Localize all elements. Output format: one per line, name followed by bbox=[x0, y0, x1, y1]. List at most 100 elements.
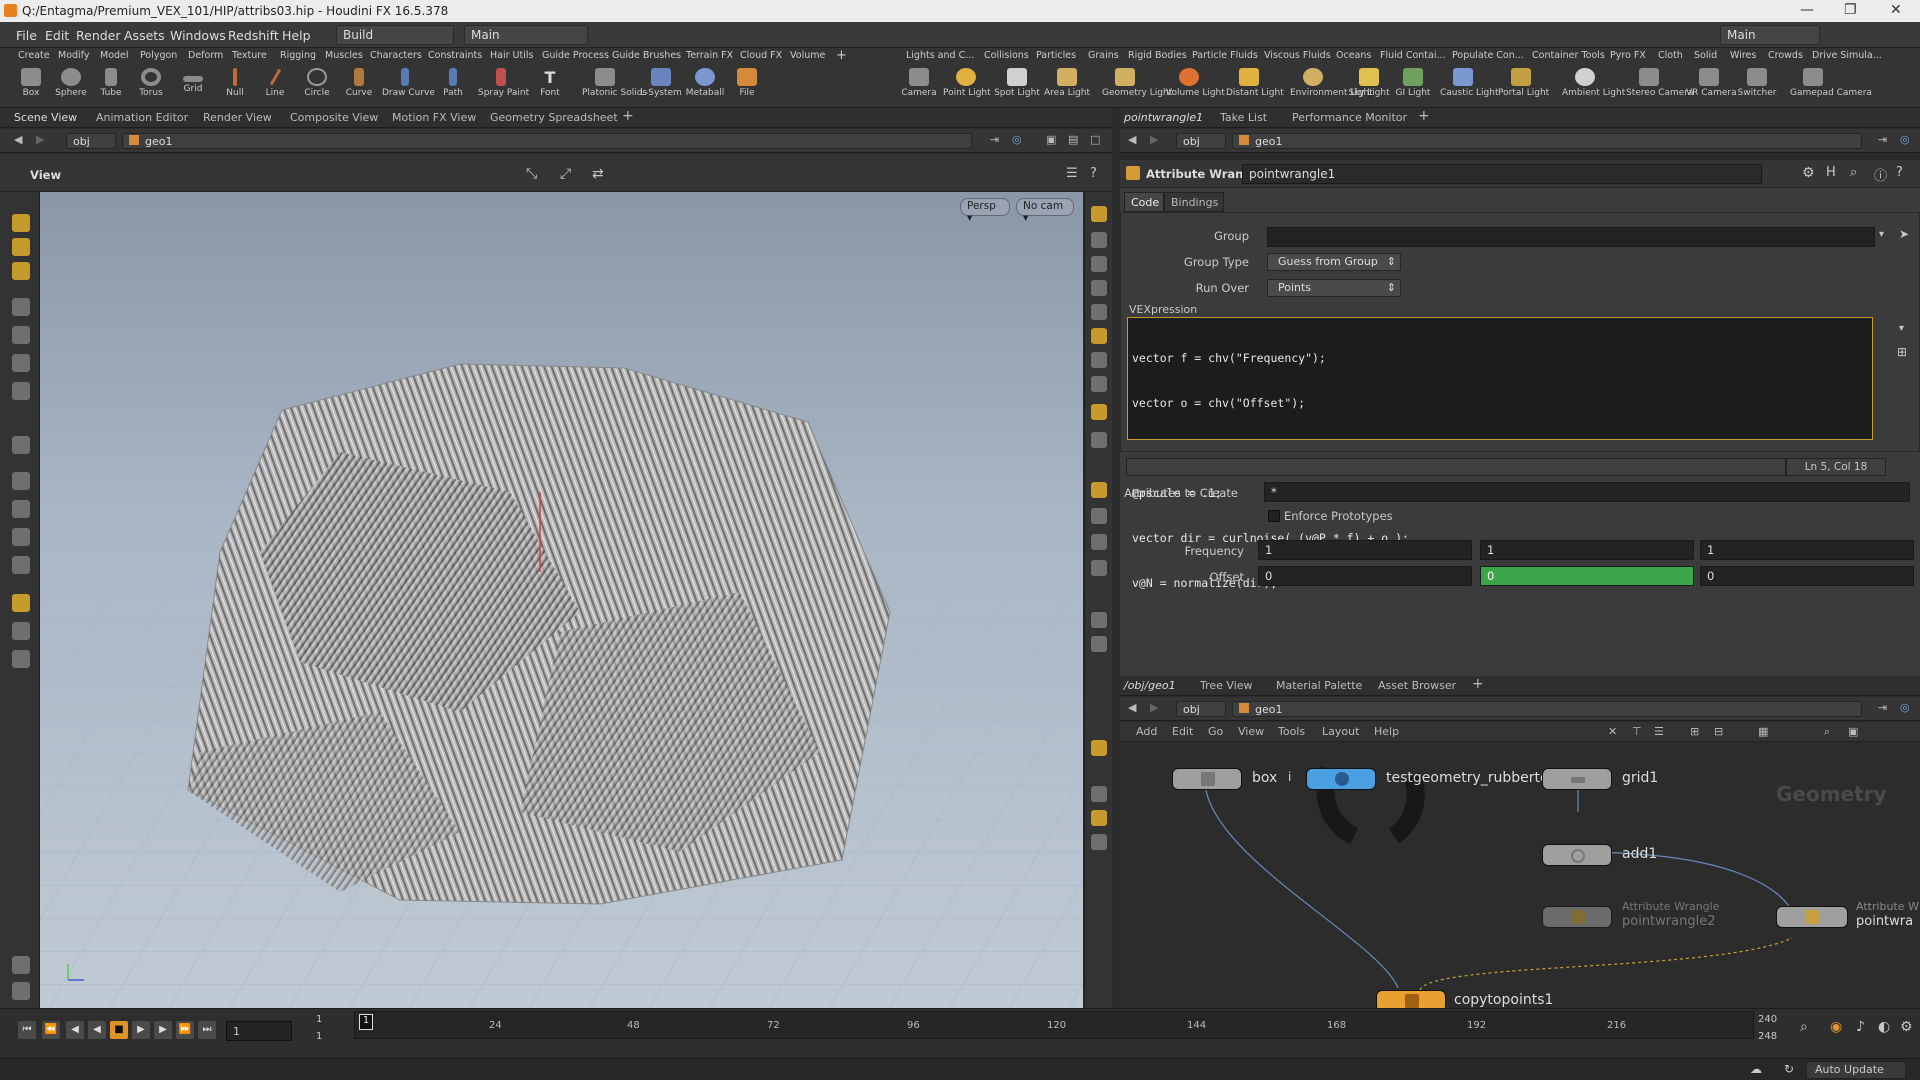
tab-material-palette[interactable]: Material Palette bbox=[1276, 679, 1362, 692]
move-tool-icon[interactable] bbox=[12, 326, 30, 344]
tool-line[interactable]: Line bbox=[252, 68, 298, 108]
node-info-icon[interactable]: ⓘ bbox=[1874, 165, 1887, 184]
step-forward-key-icon[interactable]: ⏩ bbox=[176, 1021, 194, 1039]
network-link-icon[interactable]: ◎ bbox=[1900, 701, 1910, 714]
select-mode-icon[interactable]: ⤡ bbox=[526, 166, 537, 182]
bulb-icon[interactable] bbox=[1091, 352, 1107, 368]
edge-display-icon[interactable] bbox=[1091, 534, 1107, 550]
network-path-obj[interactable]: obj bbox=[1176, 701, 1226, 717]
play-reverse-icon[interactable]: ◀ bbox=[88, 1021, 106, 1039]
back-arrow-icon[interactable]: ◀ bbox=[14, 133, 22, 146]
lighting-icon[interactable] bbox=[1091, 304, 1107, 320]
frequency-z-field[interactable]: 1 bbox=[1700, 540, 1914, 560]
tab-render-view[interactable]: Render View bbox=[203, 111, 272, 124]
tool-environment-light[interactable]: Environment Light bbox=[1290, 68, 1373, 108]
maximize-button[interactable]: ❐ bbox=[1844, 2, 1857, 18]
tool-spot-light[interactable]: Spot Light bbox=[994, 68, 1040, 108]
shelf-tab-guide-process[interactable]: Guide Process bbox=[542, 50, 609, 61]
select-tool-icon[interactable] bbox=[12, 214, 30, 232]
tool-switcher[interactable]: Switcher bbox=[1734, 68, 1780, 108]
shelf-tab-cloud-fx[interactable]: Cloud FX bbox=[740, 50, 782, 61]
shelf-tab-rigging[interactable]: Rigging bbox=[280, 50, 316, 61]
shelf-tab-muscles[interactable]: Muscles bbox=[325, 50, 363, 61]
flipbook-icon[interactable] bbox=[1091, 740, 1107, 756]
add-tab-icon[interactable]: + bbox=[622, 108, 634, 124]
tool-file[interactable]: File bbox=[724, 68, 770, 108]
tab-asset-browser[interactable]: Asset Browser bbox=[1378, 679, 1456, 692]
shelf-tab-crowds[interactable]: Crowds bbox=[1768, 50, 1803, 61]
lock-icon[interactable] bbox=[1091, 256, 1107, 272]
run-over-menu[interactable]: Points ⇕ bbox=[1267, 279, 1401, 297]
node-testgeometry-rubbertoy[interactable] bbox=[1306, 768, 1376, 790]
main-desktop-dropdown[interactable]: Main bbox=[464, 25, 588, 45]
network-tree-icon[interactable]: ⊤ bbox=[1632, 725, 1642, 738]
handle-mode-icon[interactable]: ⇄ bbox=[592, 166, 604, 182]
minimize-button[interactable]: — bbox=[1800, 2, 1814, 18]
display-option-icon[interactable] bbox=[1091, 206, 1107, 222]
points-display-icon[interactable] bbox=[1091, 432, 1107, 448]
network-menu-layout[interactable]: Layout bbox=[1322, 725, 1359, 738]
frequency-x-field[interactable]: 1 bbox=[1258, 540, 1472, 560]
group-field[interactable] bbox=[1267, 227, 1875, 247]
shelf-tab-create[interactable]: Create bbox=[18, 50, 50, 61]
param-link-icon[interactable]: ◎ bbox=[1900, 133, 1910, 146]
network-pin-icon[interactable]: ⇥ bbox=[1878, 701, 1887, 714]
jump-start-icon[interactable]: ⏮ bbox=[18, 1021, 36, 1039]
tool-spray-paint[interactable]: Spray Paint bbox=[478, 68, 529, 108]
guide-display-icon[interactable] bbox=[1091, 612, 1107, 628]
paint-tool-icon[interactable] bbox=[12, 528, 30, 546]
maximize-pane-icon[interactable]: □ bbox=[1090, 133, 1100, 146]
snapshot-icon[interactable]: ▤ bbox=[1068, 133, 1078, 146]
tool-gamepad-camera[interactable]: Gamepad Camera bbox=[1790, 68, 1872, 108]
node-help-icon[interactable]: ? bbox=[1896, 165, 1903, 180]
jump-end-icon[interactable]: ⏭ bbox=[198, 1021, 216, 1039]
path-obj[interactable]: obj bbox=[66, 133, 116, 149]
node-box[interactable] bbox=[1172, 768, 1242, 790]
network-forward-icon[interactable]: ▶ bbox=[1150, 701, 1158, 714]
shelf-tab-modify[interactable]: Modify bbox=[58, 50, 89, 61]
audio-icon[interactable]: ♪ bbox=[1856, 1019, 1865, 1035]
menu-file[interactable]: File bbox=[16, 28, 37, 43]
network-editor[interactable]: Geometry box i testgeometry_rubbertoy gr… bbox=[1120, 742, 1920, 1008]
tool-point-light[interactable]: Point Light bbox=[943, 68, 991, 108]
build-desktop-dropdown[interactable]: Build bbox=[336, 25, 454, 45]
network-menu-help[interactable]: Help bbox=[1374, 725, 1399, 738]
tool-sky-light[interactable]: Sky Light bbox=[1346, 68, 1392, 108]
handle-display-icon[interactable] bbox=[1091, 636, 1107, 652]
rotate-tool-icon[interactable] bbox=[12, 354, 30, 372]
network-grid2-icon[interactable]: ⊟ bbox=[1714, 725, 1723, 738]
tool-circle[interactable]: Circle bbox=[294, 68, 340, 108]
shelf-tab-constraints[interactable]: Constraints bbox=[428, 50, 482, 61]
shelf-tab-viscous-fluids[interactable]: Viscous Fluids bbox=[1264, 50, 1331, 61]
shelf-tab-particles[interactable]: Particles bbox=[1036, 50, 1076, 61]
tab-composite-view[interactable]: Composite View bbox=[290, 111, 378, 124]
group-dropdown-icon[interactable]: ▾ bbox=[1879, 229, 1884, 240]
cook-status-icon[interactable]: ☁ bbox=[1750, 1062, 1762, 1076]
param-path-geo1[interactable]: geo1 bbox=[1232, 133, 1862, 149]
refresh-icon[interactable]: ↻ bbox=[1784, 1062, 1794, 1076]
tab-performance-monitor[interactable]: Performance Monitor bbox=[1292, 111, 1407, 124]
shelf-tab-cloth[interactable]: Cloth bbox=[1658, 50, 1683, 61]
add-shelf-icon[interactable]: + bbox=[836, 48, 847, 63]
prim-display-icon[interactable] bbox=[1091, 560, 1107, 576]
shelf-tab-oceans[interactable]: Oceans bbox=[1336, 50, 1371, 61]
shelf-tab-container-tools[interactable]: Container Tools bbox=[1532, 50, 1605, 61]
network-search-icon[interactable]: ⌕ bbox=[1824, 725, 1830, 739]
right-desktop-dropdown[interactable]: Main bbox=[1720, 25, 1820, 45]
param-path-obj[interactable]: obj bbox=[1176, 133, 1226, 149]
group-type-menu[interactable]: Guess from Group ⇕ bbox=[1267, 253, 1401, 271]
forward-arrow-icon[interactable]: ▶ bbox=[36, 133, 44, 146]
tool-gi-light[interactable]: GI Light bbox=[1390, 68, 1436, 108]
bulb-2-icon[interactable] bbox=[1091, 376, 1107, 392]
network-grid-icon[interactable]: ⊞ bbox=[1690, 725, 1699, 738]
wire-tool-icon[interactable] bbox=[12, 956, 30, 974]
search-icon[interactable]: ⌕ bbox=[1850, 165, 1857, 180]
display-options-icon[interactable]: ☰ bbox=[1066, 166, 1078, 181]
tool-curve[interactable]: Curve bbox=[336, 68, 382, 108]
tool-grid[interactable]: Grid bbox=[170, 68, 216, 108]
path-geo1[interactable]: geo1 bbox=[122, 133, 972, 149]
network-palette-icon[interactable]: ▦ bbox=[1758, 725, 1768, 738]
auto-update-menu[interactable]: Auto Update bbox=[1806, 1061, 1906, 1079]
tab-bindings[interactable]: Bindings bbox=[1164, 192, 1224, 212]
display-sphere-icon[interactable] bbox=[12, 982, 30, 1000]
